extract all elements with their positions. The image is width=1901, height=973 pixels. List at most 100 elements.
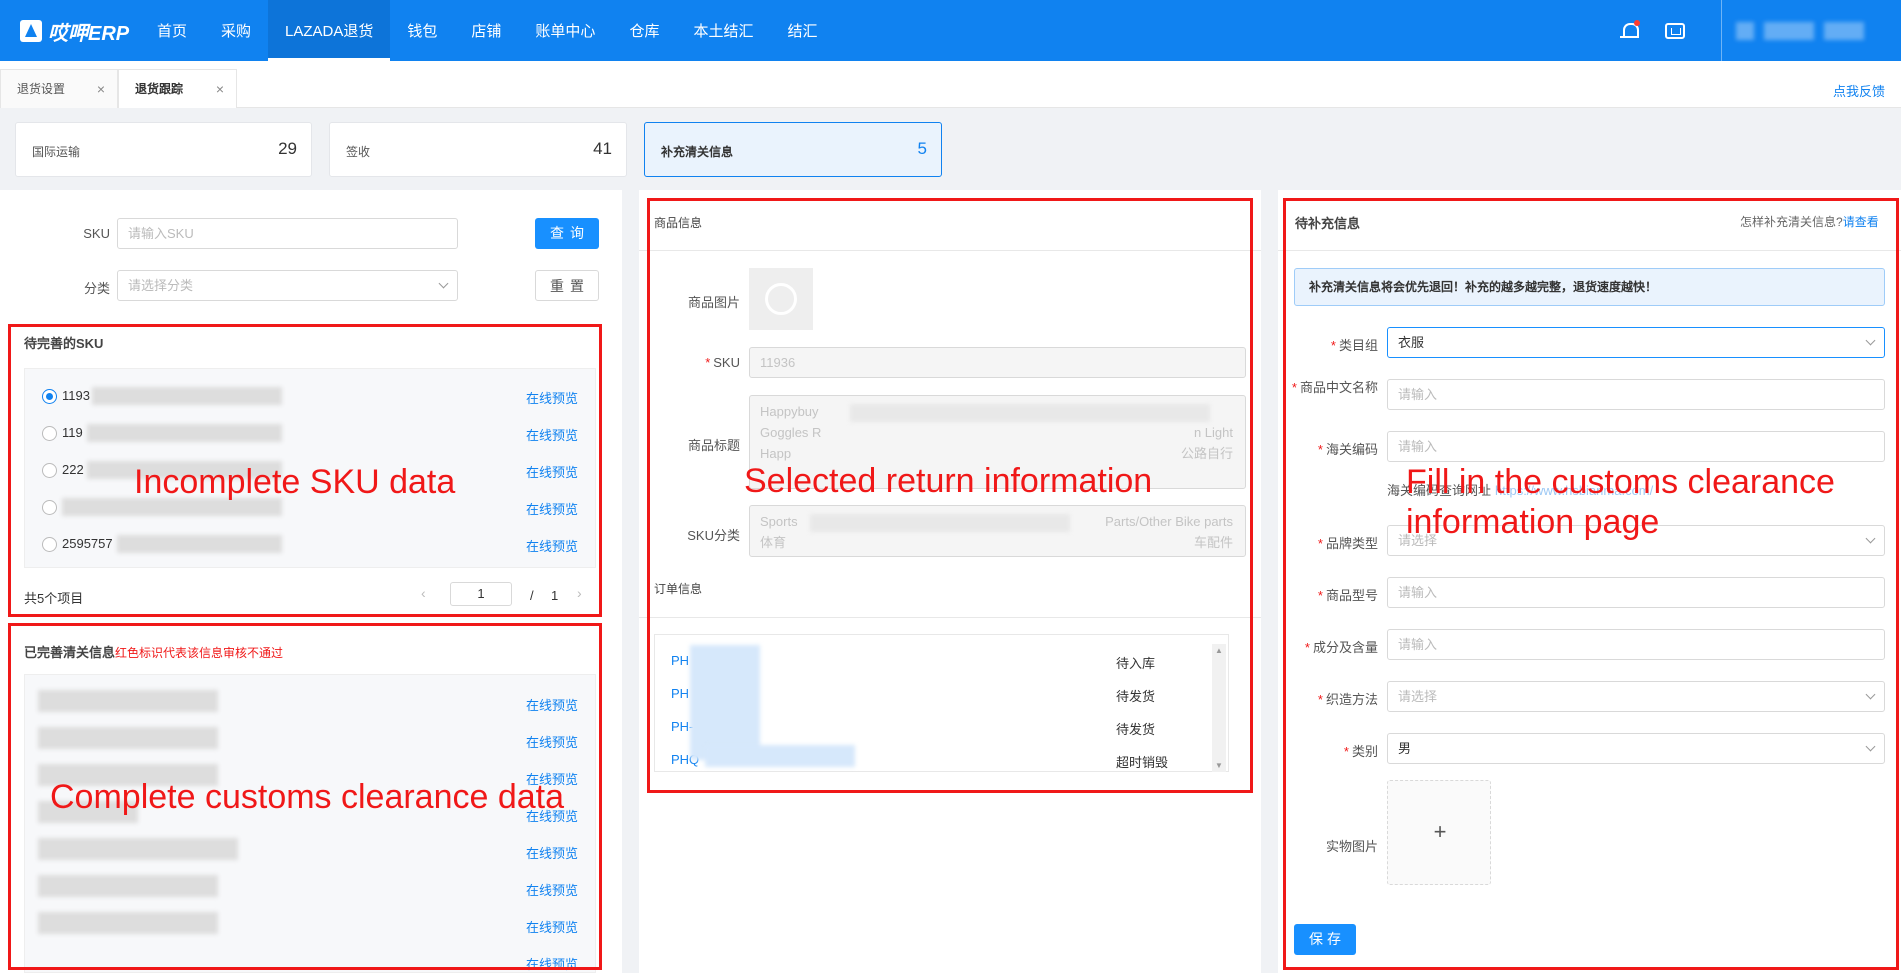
category-placeholder: 请选择分类 [128,278,194,293]
tab-return-tracking[interactable]: 退货跟踪 × [118,69,237,108]
nav-purchase[interactable]: 采购 [204,0,268,61]
close-icon[interactable]: × [216,70,224,109]
preview-link[interactable]: 在线预览 [526,880,578,899]
field-label: * 商品中文名称 [1291,380,1378,395]
order-scrollbar[interactable]: ▲ ▼ [1212,644,1226,772]
preview-link[interactable]: 在线预览 [526,843,578,862]
order-status: 超时销毁 [1116,755,1169,770]
sku-id: 2595757 [62,536,113,551]
field-label: * 织造方法 [1317,692,1378,707]
user-menu[interactable] [1721,0,1901,61]
sku-id: 119 [62,425,83,440]
radio[interactable] [42,426,57,441]
weaving-method-select[interactable]: 请选择 [1387,681,1885,712]
scroll-down-icon[interactable]: ▼ [1215,761,1223,770]
next-page-icon[interactable]: › [577,585,582,601]
product-image[interactable] [749,268,813,330]
stat-count: 29 [278,139,297,158]
nav-shops[interactable]: 店铺 [454,0,518,61]
nav-warehouse[interactable]: 仓库 [612,0,676,61]
nav-billing[interactable]: 账单中心 [518,0,612,61]
divider [639,617,1261,618]
sku-category-label: SKU分类 [687,528,740,543]
notice-banner: 补充清关信息将会优先退回！补充的越多越完整，退货速度越快！ [1294,268,1885,306]
divider [639,250,1261,251]
sku-id: 1193 [62,388,90,403]
nav-settlement[interactable]: 结汇 [770,0,834,61]
order-id-link[interactable]: PH [671,686,689,701]
app-logo[interactable]: 哎呷ERP [20,18,129,45]
close-icon[interactable]: × [97,70,105,109]
photo-upload[interactable]: + [1387,780,1491,885]
order-id-link[interactable]: PH [671,653,689,668]
gender-category-select[interactable]: 男 [1387,733,1885,764]
message-icon[interactable] [1665,22,1685,39]
username-blur [1824,21,1864,40]
preview-link[interactable]: 在线预览 [526,954,578,973]
order-status: 待入库 [1116,656,1156,671]
nav-home[interactable]: 首页 [140,0,204,61]
page-separator: / [530,588,534,603]
save-button[interactable]: 保存 [1294,924,1356,955]
category-blur [810,514,1070,532]
annotation-incomplete: Incomplete SKU data [134,463,456,501]
scroll-up-icon[interactable]: ▲ [1215,646,1223,655]
field-label: * 品牌类型 [1317,536,1378,551]
annotation-selected: Selected return information [744,462,1153,500]
radio[interactable] [42,463,57,478]
reset-button[interactable]: 重置 [535,270,599,301]
preview-link[interactable]: 在线预览 [526,917,578,936]
preview-link[interactable]: 在线预览 [526,732,578,751]
radio[interactable] [42,500,57,515]
sku-search-input[interactable]: 请输入SKU [117,218,458,249]
preview-link[interactable]: 在线预览 [526,388,578,407]
plus-icon: + [1433,819,1447,844]
bell-icon[interactable] [1619,19,1641,42]
field-label: * 海关编码 [1317,442,1378,457]
annotation-fill-1: Fill in the customs clearance [1406,463,1835,501]
composition-input[interactable]: 请输入 [1387,629,1885,660]
hs-code-input[interactable]: 请输入 [1387,431,1885,462]
preview-link[interactable]: 在线预览 [526,695,578,714]
stat-signed[interactable]: 签收 41 [329,122,627,177]
product-info-title: 商品信息 [654,216,703,230]
annotation-fill-2: information page [1406,503,1660,541]
rejection-note: 红色标识代表该信息审核不通过 [115,646,284,660]
nav-wallet[interactable]: 钱包 [390,0,454,61]
tab-return-settings[interactable]: 退货设置 × [0,69,118,108]
field-label: * 成分及含量 [1304,640,1378,655]
search-button[interactable]: 查询 [535,218,599,249]
feedback-link[interactable]: 点我反馈 [1833,81,1885,100]
radio-selected[interactable] [42,389,57,404]
category-select[interactable]: 请选择分类 [117,270,458,301]
help-link[interactable]: 请查看 [1843,215,1879,229]
preview-link[interactable]: 在线预览 [526,462,578,481]
page-number-input[interactable]: 1 [450,582,512,606]
chevron-down-icon [1865,335,1876,346]
pending-sku-title: 待完善的SKU [24,336,104,351]
completed-title-text: 已完善清关信息 [24,645,116,660]
category-group-select[interactable]: 衣服 [1387,327,1885,358]
image-placeholder-icon [765,283,797,315]
stat-count: 41 [593,139,612,158]
order-status: 待发货 [1116,722,1156,737]
stat-international-shipping[interactable]: 国际运输 29 [15,122,312,177]
stat-label: 补充清关信息 [661,145,734,159]
completed-item-blur [38,690,218,712]
nav-local-settlement[interactable]: 本土结汇 [676,0,770,61]
nav-lazada-returns[interactable]: LAZADA退货 [268,0,391,61]
chevron-down-icon [1865,741,1876,752]
product-image-label: 商品图片 [687,295,740,310]
prev-page-icon[interactable]: ‹ [421,585,426,601]
chinese-name-input[interactable]: 请输入 [1387,379,1885,410]
stat-customs-info[interactable]: 补充清关信息 5 [644,122,942,177]
radio[interactable] [42,537,57,552]
preview-link[interactable]: 在线预览 [526,536,578,555]
help-text: 怎样补充清关信息?请查看 [1740,215,1879,229]
annotation-complete: Complete customs clearance data [50,778,565,816]
model-input[interactable]: 请输入 [1387,577,1885,608]
stat-label: 国际运输 [32,145,81,159]
preview-link[interactable]: 在线预览 [526,425,578,444]
field-label: * 类别 [1343,744,1378,759]
preview-link[interactable]: 在线预览 [526,499,578,518]
